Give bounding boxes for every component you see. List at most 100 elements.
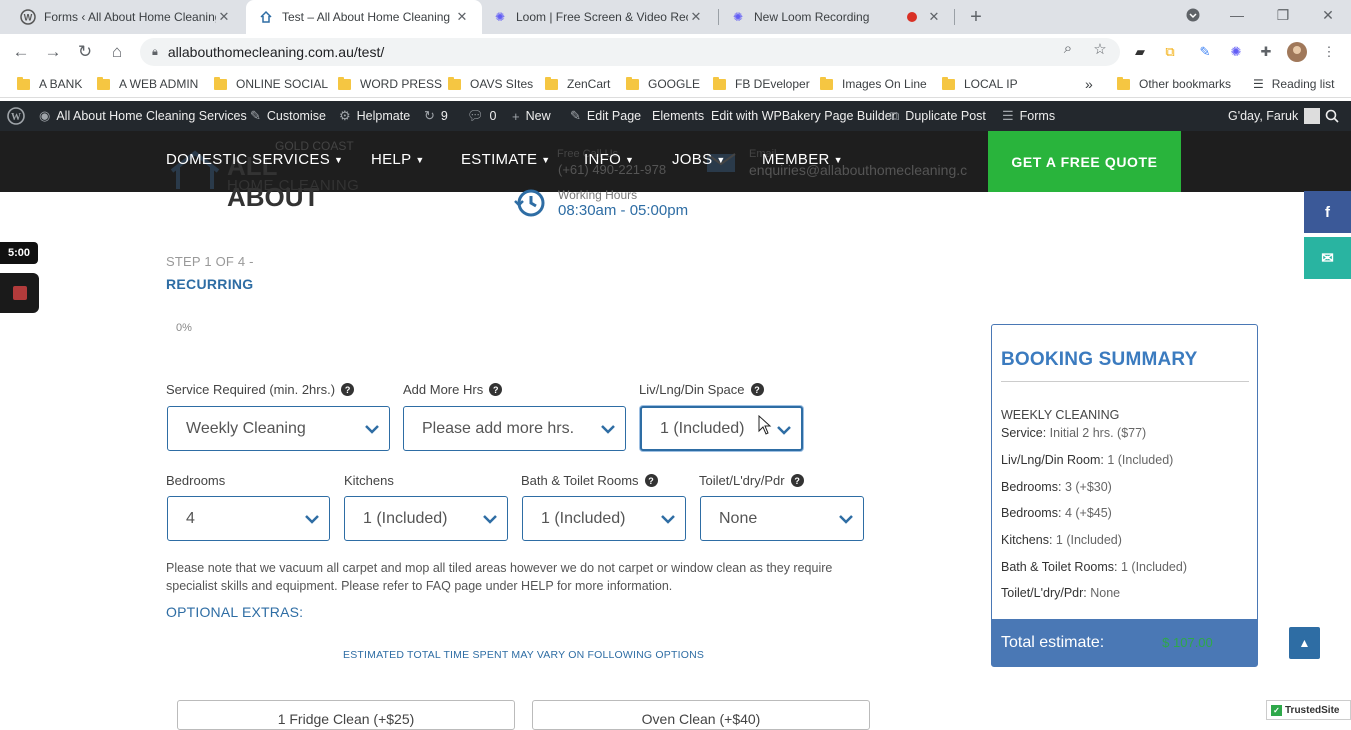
bath-select[interactable]: 1 (Included) xyxy=(522,496,686,541)
close-tab-icon[interactable]: ✕ xyxy=(216,9,232,25)
zoom-icon[interactable]: ⌕ xyxy=(1057,40,1079,57)
more-bookmarks-button[interactable]: » xyxy=(1085,75,1093,93)
caret-down-icon: ▼ xyxy=(833,155,843,166)
page-icon xyxy=(258,9,274,25)
loom-timer: 5:00 xyxy=(0,242,38,264)
reading-list[interactable]: ☰ Reading list xyxy=(1253,75,1334,93)
address-bar[interactable]: 🔒︎ allabouthomecleaning.com.au/test/ xyxy=(140,38,1120,66)
avatar[interactable] xyxy=(1287,42,1307,62)
loom-stop-button[interactable] xyxy=(0,273,39,313)
puzzle-icon[interactable]: ✚ xyxy=(1256,42,1276,62)
bookmark-folder[interactable]: OAVS SItes xyxy=(448,75,533,93)
toilet-select[interactable]: None xyxy=(700,496,864,541)
close-tab-icon[interactable]: ✕ xyxy=(454,9,470,25)
service-select[interactable]: Weekly Cleaning xyxy=(167,406,390,451)
extension-icon[interactable]: ▰ xyxy=(1130,42,1150,62)
wp-admin-bar: W ◉ All About Home Cleaning Services ✎ Cus… xyxy=(0,101,1351,131)
extra-option-oven[interactable]: Oven Clean (+$40) xyxy=(532,700,870,730)
help-icon[interactable]: ? xyxy=(750,383,764,396)
bookmark-folder[interactable]: FB DEveloper xyxy=(713,75,810,93)
wp-wpbakery[interactable]: Edit with WPBakery Page Builder xyxy=(711,101,896,131)
close-tab-icon[interactable]: ✕ xyxy=(926,9,942,25)
wp-elements[interactable]: Elements xyxy=(652,101,704,131)
bookmark-star-icon[interactable]: ☆ xyxy=(1089,40,1111,58)
chevron-down-icon xyxy=(601,425,615,434)
caret-down-icon: ▼ xyxy=(625,155,635,166)
wp-customise[interactable]: ✎ Customise xyxy=(250,101,326,131)
scroll-to-top-button[interactable]: ▲ xyxy=(1289,627,1320,659)
bookmark-folder[interactable]: A BANK xyxy=(17,75,82,93)
add-hours-label: Add More Hrs? xyxy=(403,382,503,397)
wp-duplicate-post[interactable]: ⧉ Duplicate Post xyxy=(890,101,986,131)
bedrooms-select[interactable]: 4 xyxy=(167,496,330,541)
summary-divider xyxy=(1001,381,1249,382)
help-icon[interactable]: ? xyxy=(644,474,658,487)
summary-row: Bedrooms: 3 (+$30) xyxy=(1001,480,1112,494)
bookmark-folder[interactable]: Images On Line xyxy=(820,75,927,93)
close-window-icon[interactable]: ✕ xyxy=(1305,0,1351,30)
total-label: Total estimate: xyxy=(1001,633,1105,651)
bookmark-folder[interactable]: ONLINE SOCIAL xyxy=(214,75,328,93)
browser-tab-active[interactable]: Test – All About Home Cleaning ✕ xyxy=(246,0,482,34)
summary-row: Liv/Lng/Din Room: 1 (Included) xyxy=(1001,453,1174,467)
bookmark-folder[interactable]: A WEB ADMIN xyxy=(97,75,198,93)
step-title: RECURRING xyxy=(166,276,254,292)
add-hours-select[interactable]: Please add more hrs. xyxy=(403,406,626,451)
home-icon[interactable]: ⌂ xyxy=(104,40,130,64)
menu-estimate[interactable]: ESTIMATE ▼ xyxy=(461,151,551,168)
wordpress-logo-icon[interactable]: W xyxy=(7,101,25,131)
menu-dots-icon[interactable]: ⋮ xyxy=(1319,42,1339,62)
wp-comments[interactable]: 💬︎ 0 xyxy=(467,101,496,131)
wp-helpmate[interactable]: ⚙ Helpmate xyxy=(339,101,410,131)
menu-help[interactable]: HELP ▼ xyxy=(371,151,425,168)
get-free-quote-button[interactable]: GET A FREE QUOTE xyxy=(988,131,1181,192)
living-space-select[interactable]: 1 (Included) xyxy=(640,406,803,451)
bookmark-folder[interactable]: GOOGLE xyxy=(626,75,700,93)
working-hours-value: 08:30am - 05:00pm xyxy=(558,202,689,219)
wp-site-name[interactable]: ◉ All About Home Cleaning Services xyxy=(39,101,247,131)
bookmark-folder[interactable]: WORD PRESS xyxy=(338,75,442,93)
loom-icon: ✺ xyxy=(732,10,744,24)
browser-tab[interactable]: ✺ Loom | Free Screen & Video Rec ✕ xyxy=(480,0,716,34)
kitchens-select[interactable]: 1 (Included) xyxy=(344,496,508,541)
menu-info[interactable]: INFO ▼ xyxy=(584,151,634,168)
bookmark-folder[interactable]: ZenCart xyxy=(545,75,610,93)
chevron-down-icon xyxy=(777,426,791,435)
close-tab-icon[interactable]: ✕ xyxy=(688,9,704,25)
extension-icon[interactable]: ⧉ xyxy=(1160,42,1180,62)
menu-member[interactable]: MEMBER ▼ xyxy=(762,151,843,168)
pencil-icon: ✎ xyxy=(570,108,581,123)
email-share-button[interactable]: ✉ xyxy=(1304,237,1351,279)
minimize-icon[interactable]: — xyxy=(1214,0,1260,30)
wp-edit-page[interactable]: ✎ Edit Page xyxy=(570,101,641,131)
restore-icon[interactable]: ❐ xyxy=(1260,0,1306,30)
bookmark-folder[interactable]: LOCAL IP xyxy=(942,75,1018,93)
facebook-share-button[interactable]: f xyxy=(1304,191,1351,233)
search-icon[interactable] xyxy=(1325,101,1339,131)
new-tab-button[interactable]: + xyxy=(954,2,998,32)
wp-forms[interactable]: ☰ Forms xyxy=(1002,101,1055,131)
help-icon[interactable]: ? xyxy=(489,383,503,396)
extension-icon[interactable]: ✎ xyxy=(1195,42,1215,62)
wp-updates[interactable]: ↻ 9 xyxy=(424,101,448,131)
progress-percent: 0% xyxy=(176,322,192,334)
forward-icon[interactable]: → xyxy=(40,40,66,64)
loom-extension-icon[interactable]: ✺ xyxy=(1226,42,1246,62)
cleaning-note: Please note that we vacuum all carpet an… xyxy=(166,561,833,593)
tab-search-icon[interactable] xyxy=(1170,0,1216,30)
reload-icon[interactable]: ↻ xyxy=(72,40,98,64)
menu-jobs[interactable]: JOBS ▼ xyxy=(672,151,726,168)
help-icon[interactable]: ? xyxy=(790,474,804,487)
back-icon[interactable]: ← xyxy=(8,40,34,64)
help-icon[interactable]: ? xyxy=(341,383,355,396)
browser-tab[interactable]: ✺ New Loom Recording ✕ xyxy=(718,0,954,34)
browser-tab[interactable]: W Forms ‹ All About Home Cleaning ✕ xyxy=(8,0,244,34)
folder-icon xyxy=(1117,76,1130,90)
trustedsite-badge[interactable]: ✓ TrustedSite xyxy=(1266,700,1351,720)
wp-new[interactable]: + New xyxy=(512,101,551,131)
menu-domestic-services[interactable]: DOMESTIC SERVICES ▼ xyxy=(166,151,343,168)
summary-row: Service: Initial 2 hrs. ($77) xyxy=(1001,426,1147,440)
wp-account[interactable]: G'day, Faruk xyxy=(1228,101,1321,131)
other-bookmarks[interactable]: Other bookmarks xyxy=(1117,75,1231,93)
extra-option-fridge[interactable]: 1 Fridge Clean (+$25) xyxy=(177,700,515,730)
